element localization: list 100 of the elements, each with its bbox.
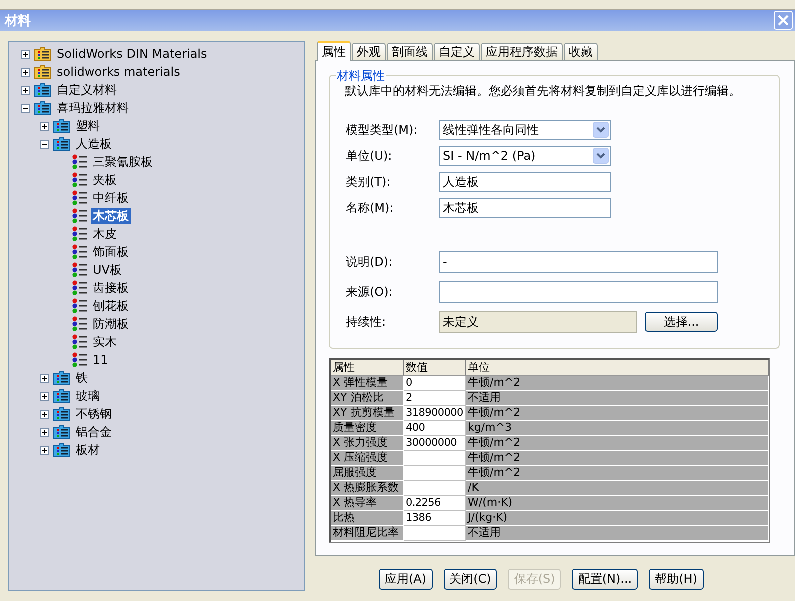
tree-item[interactable]: 防潮板 <box>91 316 131 332</box>
column-header[interactable]: 属性 <box>331 360 404 376</box>
tree-item[interactable]: 木芯板 <box>91 208 131 224</box>
dialog-button[interactable]: 应用(A) <box>379 569 433 590</box>
tree-item[interactable]: 板材 <box>74 442 102 458</box>
library-folder-icon <box>34 46 52 62</box>
unit-cell: 牛顿/m^2 <box>466 451 769 466</box>
unit-cell: 牛顿/m^2 <box>466 376 769 391</box>
value-cell[interactable] <box>404 481 466 496</box>
value-cell[interactable]: 318900000 <box>404 406 466 421</box>
value-cell[interactable]: 0 <box>404 376 466 391</box>
value-cell[interactable]: 0.2256 <box>404 496 466 511</box>
material-icon <box>72 352 88 368</box>
property-cell: 质量密度 <box>331 421 404 436</box>
tree-item[interactable]: 喜玛拉雅材料 <box>55 100 131 116</box>
folder-icon <box>34 100 52 116</box>
field-label: 单位(U): <box>346 148 394 164</box>
tree-item[interactable]: 三聚氰胺板 <box>91 154 155 170</box>
expand-icon[interactable] <box>21 86 30 94</box>
column-header[interactable]: 数值 <box>404 360 466 376</box>
material-icon <box>72 316 88 332</box>
tree-item[interactable]: 玻璃 <box>74 388 102 404</box>
text-field[interactable]: - <box>439 251 718 273</box>
tree-item[interactable]: 饰面板 <box>91 244 131 260</box>
collapse-icon[interactable] <box>40 140 49 148</box>
tab[interactable]: 收藏 <box>564 43 598 60</box>
tree-item[interactable]: 铁 <box>74 370 90 386</box>
collapse-icon[interactable] <box>21 104 30 112</box>
tab[interactable]: 自定义 <box>434 43 480 60</box>
tree-item[interactable]: 实木 <box>91 334 119 350</box>
library-folder-icon <box>34 64 52 80</box>
material-icon <box>72 154 88 170</box>
tab[interactable]: 外观 <box>352 43 386 60</box>
dropdown[interactable]: SI - N/m^2 (Pa) <box>439 146 611 166</box>
readonly-field: 未定义 <box>439 311 637 333</box>
tree-item[interactable]: 11 <box>91 352 110 368</box>
expand-icon[interactable] <box>40 428 49 436</box>
tree-item[interactable]: 中纤板 <box>91 190 131 206</box>
folder-icon <box>53 442 71 458</box>
tree-item[interactable]: 塑料 <box>74 118 102 134</box>
material-icon <box>72 280 88 296</box>
unit-cell: 牛顿/m^2 <box>466 406 769 421</box>
dialog-button[interactable]: 帮助(H) <box>649 569 704 590</box>
tree-item[interactable]: 人造板 <box>74 136 114 152</box>
folder-icon <box>53 118 71 134</box>
unit-cell: J/(kg·K) <box>466 511 769 526</box>
tab[interactable]: 属性 <box>317 41 351 61</box>
value-cell[interactable]: 1386 <box>404 511 466 526</box>
material-icon <box>72 172 88 188</box>
tree-item[interactable]: 不锈钢 <box>74 406 114 422</box>
expand-icon[interactable] <box>40 122 49 130</box>
expand-icon[interactable] <box>40 446 49 454</box>
value-cell[interactable] <box>404 466 466 481</box>
property-cell: 材料阻尼比率 <box>331 526 404 541</box>
unit-cell: /K <box>466 481 769 496</box>
property-cell: 比热 <box>331 511 404 526</box>
tab[interactable]: 应用程序数据 <box>481 43 563 60</box>
material-icon <box>72 208 88 224</box>
folder-icon <box>34 82 52 98</box>
field-label: 名称(M): <box>346 200 395 216</box>
expand-icon[interactable] <box>40 410 49 418</box>
material-icon <box>72 334 88 350</box>
field-label: 持续性: <box>346 314 388 330</box>
tree-item[interactable]: UV板 <box>91 262 124 278</box>
folder-icon <box>53 136 71 152</box>
value-cell[interactable]: 2 <box>404 391 466 406</box>
text-field[interactable]: 木芯板 <box>439 198 611 218</box>
expand-icon[interactable] <box>40 374 49 382</box>
tree-item[interactable]: 自定义材料 <box>55 82 119 98</box>
dialog-button[interactable]: 关闭(C) <box>444 569 498 590</box>
dialog-button[interactable]: 配置(N)... <box>572 569 638 590</box>
tree-item[interactable]: 刨花板 <box>91 298 131 314</box>
text-field[interactable] <box>439 281 718 303</box>
value-cell[interactable]: 400 <box>404 421 466 436</box>
unit-cell: 牛顿/m^2 <box>466 436 769 451</box>
tree-item[interactable]: 铝合金 <box>74 424 114 440</box>
value-cell[interactable] <box>404 451 466 466</box>
select-button[interactable]: 选择... <box>645 312 718 332</box>
tree-item[interactable]: 齿接板 <box>91 280 131 296</box>
dropdown[interactable]: 线性弹性各向同性 <box>439 120 611 140</box>
text-field[interactable]: 人造板 <box>439 172 611 192</box>
value-cell[interactable] <box>404 526 466 541</box>
expand-icon[interactable] <box>40 392 49 400</box>
expand-icon[interactable] <box>21 68 30 76</box>
tree-item[interactable]: solidworks materials <box>55 64 182 80</box>
folder-icon <box>53 406 71 422</box>
tree-item[interactable]: SolidWorks DIN Materials <box>55 46 210 62</box>
tree-item[interactable]: 夹板 <box>91 172 119 188</box>
group-title: 材料属性 <box>336 68 386 85</box>
property-cell: X 张力强度 <box>331 436 404 451</box>
value-cell[interactable]: 30000000 <box>404 436 466 451</box>
tab[interactable]: 剖面线 <box>387 43 433 60</box>
folder-icon <box>53 370 71 386</box>
unit-cell: 牛顿/m^2 <box>466 466 769 481</box>
expand-icon[interactable] <box>21 50 30 58</box>
unit-cell: 不适用 <box>466 526 769 541</box>
tree-item[interactable]: 木皮 <box>91 226 119 242</box>
material-icon <box>72 226 88 242</box>
window-title: 材料 <box>5 12 31 30</box>
column-header[interactable]: 单位 <box>466 360 769 376</box>
